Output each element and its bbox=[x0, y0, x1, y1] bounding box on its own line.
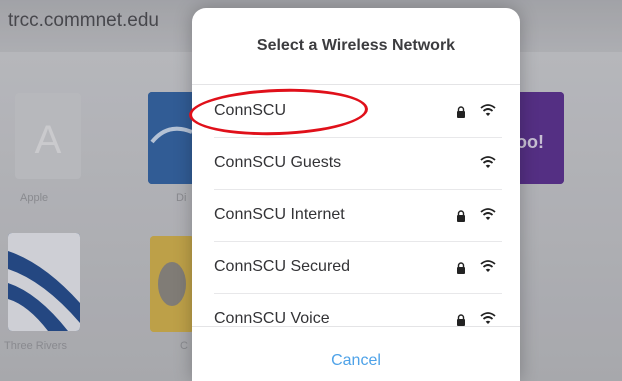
network-name: ConnSCU Internet bbox=[214, 206, 345, 223]
network-row-connscu-secured[interactable]: ConnSCU Secured bbox=[214, 241, 502, 294]
wifi-icon bbox=[480, 156, 496, 168]
popover-title: Select a Wireless Network bbox=[256, 37, 456, 54]
network-row-connscu-guests[interactable]: ConnSCU Guests bbox=[214, 137, 502, 190]
lock-icon bbox=[457, 314, 465, 326]
cancel-button[interactable]: Cancel bbox=[192, 326, 520, 381]
network-row-connscu-internet[interactable]: ConnSCU Internet bbox=[214, 189, 502, 242]
network-name: ConnSCU Voice bbox=[214, 310, 330, 327]
wifi-icon bbox=[480, 260, 496, 272]
wifi-icon bbox=[480, 312, 496, 324]
lock-icon bbox=[457, 210, 465, 222]
lock-icon bbox=[457, 262, 465, 274]
network-name: ConnSCU Secured bbox=[214, 258, 351, 275]
wifi-icon bbox=[480, 208, 496, 220]
wifi-network-popover: Select a Wireless Network ConnSCU ConnSC… bbox=[192, 8, 520, 381]
network-row-connscu-voice[interactable]: ConnSCU Voice bbox=[214, 293, 502, 327]
lock-icon bbox=[457, 106, 465, 118]
wifi-icon bbox=[480, 104, 496, 116]
network-name: ConnSCU Guests bbox=[214, 154, 342, 171]
